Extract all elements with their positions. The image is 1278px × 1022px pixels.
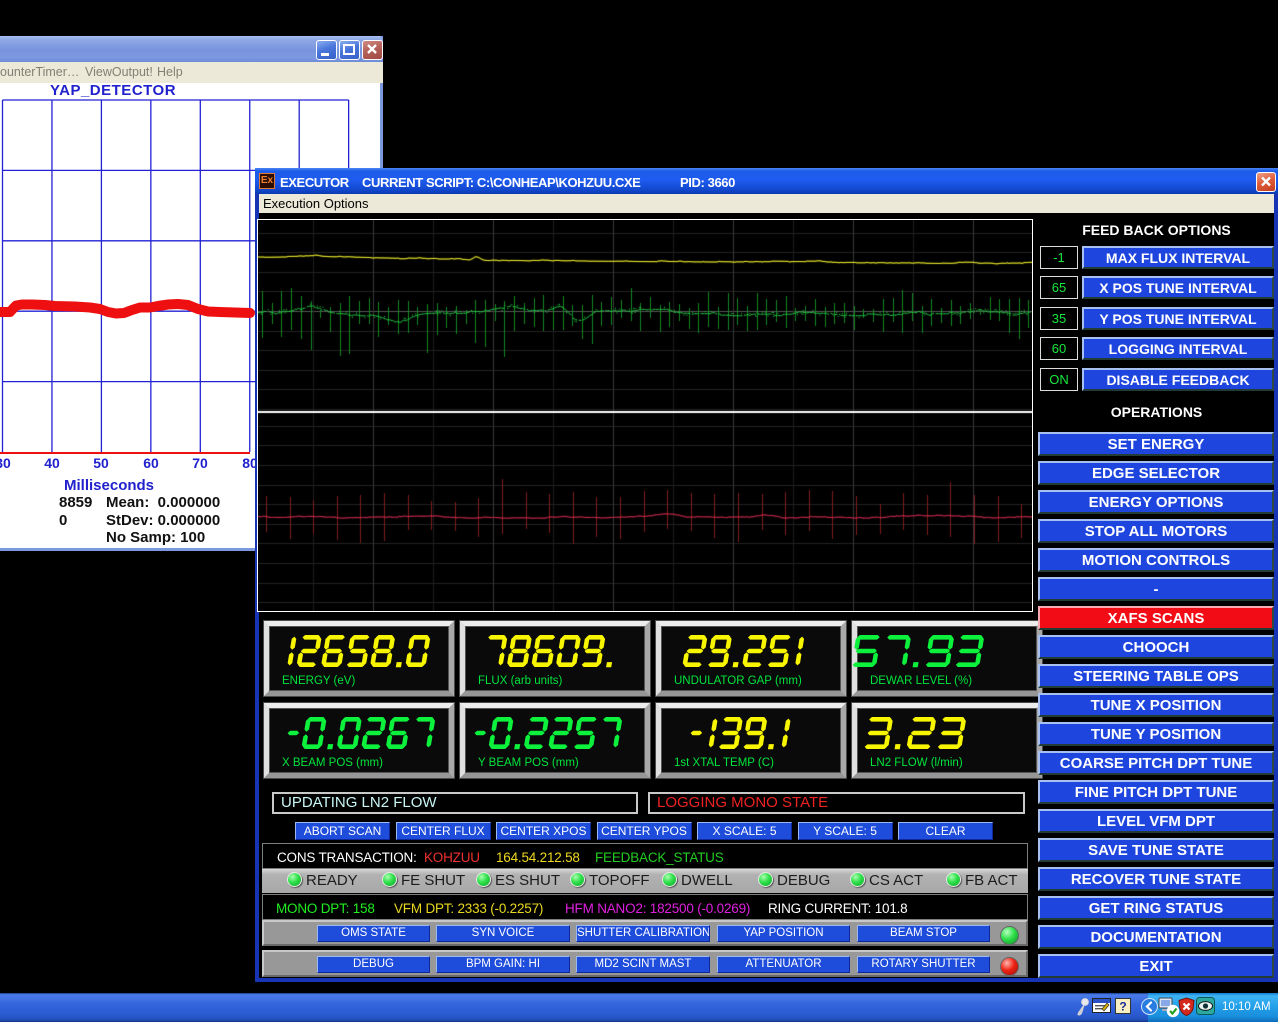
svg-text:?: ? bbox=[1119, 1000, 1126, 1014]
